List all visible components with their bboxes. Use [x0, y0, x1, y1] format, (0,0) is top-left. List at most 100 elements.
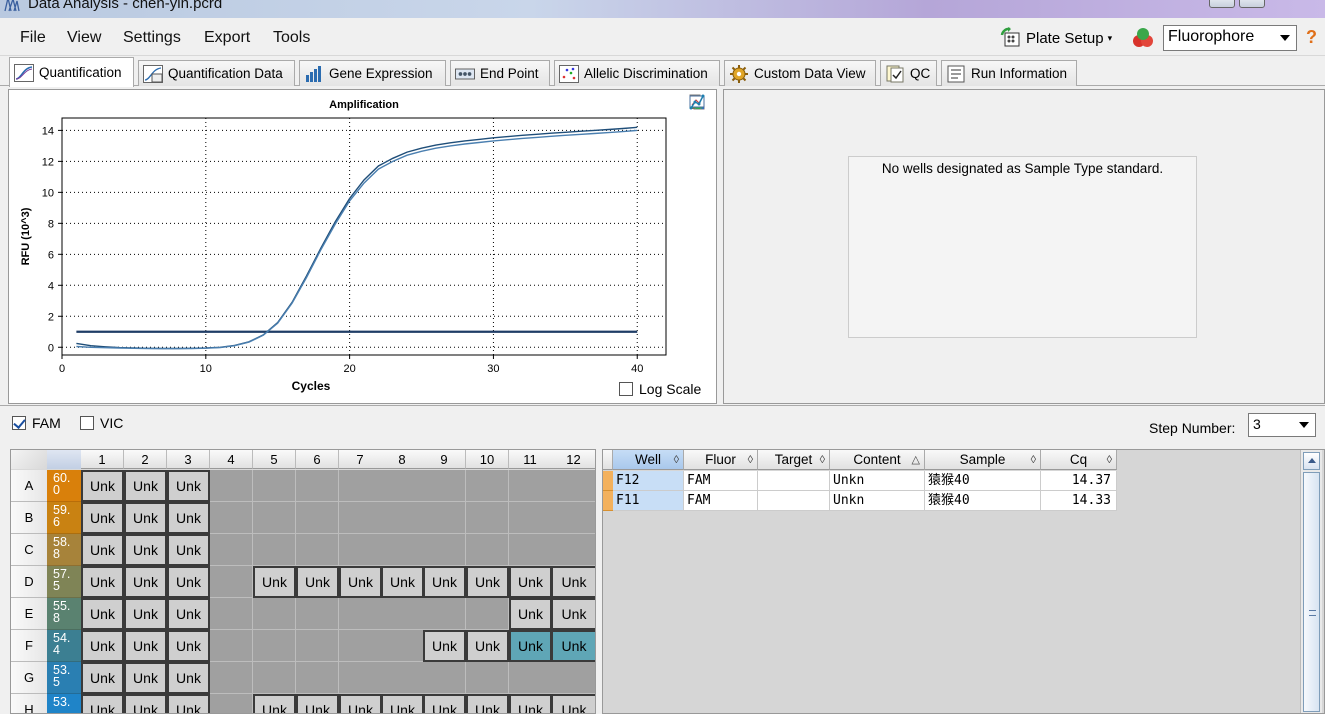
- plate-well[interactable]: [210, 598, 253, 630]
- results-column-target[interactable]: Target ◊: [758, 450, 830, 470]
- results-cell-fluor[interactable]: FAM: [684, 471, 758, 491]
- tab-quantification-data[interactable]: Quantification Data: [138, 60, 295, 86]
- tab-gene-expression[interactable]: Gene Expression: [299, 60, 446, 86]
- scroll-thumb[interactable]: [1303, 472, 1320, 712]
- plate-well[interactable]: Unk: [466, 566, 509, 598]
- plate-well[interactable]: [296, 630, 339, 662]
- plate-well[interactable]: Unk: [167, 598, 210, 630]
- plate-well[interactable]: [381, 470, 424, 502]
- plate-well[interactable]: [381, 630, 424, 662]
- results-column-fluor[interactable]: Fluor ◊: [684, 450, 758, 470]
- plate-row-header[interactable]: E: [11, 598, 47, 630]
- plate-well[interactable]: Unk: [296, 566, 339, 598]
- plate-well[interactable]: Unk: [167, 630, 210, 662]
- plate-well[interactable]: [210, 630, 253, 662]
- plate-row-header[interactable]: G: [11, 662, 47, 694]
- plate-well[interactable]: Unk: [423, 694, 466, 713]
- tab-custom-data-view[interactable]: Custom Data View: [724, 60, 876, 86]
- fluorophore-dots-icon[interactable]: [1130, 25, 1156, 51]
- row-selector[interactable]: [603, 471, 613, 491]
- plate-well[interactable]: [296, 598, 339, 630]
- row-selector[interactable]: [603, 491, 613, 511]
- plate-well[interactable]: Unk: [81, 502, 124, 534]
- plate-well[interactable]: [509, 534, 552, 566]
- plate-well[interactable]: [423, 598, 466, 630]
- plate-well[interactable]: [210, 534, 253, 566]
- plate-row-header[interactable]: D: [11, 566, 47, 598]
- plate-well[interactable]: Unk: [466, 630, 509, 662]
- results-column-well[interactable]: Well ◊: [613, 450, 684, 470]
- plate-well[interactable]: [253, 630, 296, 662]
- plate-well[interactable]: Unk: [509, 598, 552, 630]
- plate-well[interactable]: [210, 502, 253, 534]
- plate-well[interactable]: [381, 598, 424, 630]
- plate-well[interactable]: Unk: [167, 470, 210, 502]
- plate-corner[interactable]: [11, 450, 47, 469]
- results-cell-sample[interactable]: 猿猴40: [925, 471, 1041, 491]
- results-cell-well[interactable]: F12: [613, 471, 684, 491]
- menu-view[interactable]: View: [67, 29, 101, 47]
- plate-column-header[interactable]: 5: [253, 450, 296, 469]
- plate-well[interactable]: Unk: [81, 566, 124, 598]
- results-column-sample[interactable]: Sample ◊: [925, 450, 1041, 470]
- results-cell-fluor[interactable]: FAM: [684, 491, 758, 511]
- plate-well[interactable]: Unk: [423, 566, 466, 598]
- menu-export[interactable]: Export: [204, 29, 250, 47]
- plate-column-header[interactable]: 7: [339, 450, 382, 469]
- plate-column-header[interactable]: 9: [423, 450, 466, 469]
- scroll-up-button[interactable]: [1303, 452, 1320, 470]
- plate-well[interactable]: Unk: [124, 694, 167, 713]
- plate-well[interactable]: [296, 534, 339, 566]
- plate-well[interactable]: Unk: [381, 694, 424, 713]
- plate-well[interactable]: Unk: [381, 566, 424, 598]
- results-column-content[interactable]: Content △: [830, 450, 925, 470]
- plate-well[interactable]: [339, 470, 382, 502]
- plate-column-header[interactable]: 8: [381, 450, 424, 469]
- plate-well[interactable]: [339, 662, 382, 694]
- step-number-select[interactable]: 3: [1248, 413, 1316, 437]
- results-cell-target[interactable]: [758, 491, 830, 511]
- results-cell-cq[interactable]: 14.37: [1041, 471, 1117, 491]
- plate-well[interactable]: Unk: [466, 694, 509, 713]
- tab-end-point[interactable]: End Point: [450, 60, 550, 86]
- filter-vic[interactable]: VIC: [80, 415, 123, 431]
- plate-well[interactable]: Unk: [509, 566, 552, 598]
- plate-well[interactable]: Unk: [124, 566, 167, 598]
- plate-column-header[interactable]: 3: [167, 450, 210, 469]
- vic-checkbox[interactable]: [80, 416, 94, 430]
- plate-well[interactable]: Unk: [339, 694, 382, 713]
- plate-well[interactable]: [210, 566, 253, 598]
- tab-allelic-discrimination[interactable]: Allelic Discrimination: [554, 60, 720, 86]
- plate-well[interactable]: Unk: [253, 694, 296, 713]
- tab-qc[interactable]: QC: [880, 60, 937, 86]
- results-cell-sample[interactable]: 猿猴40: [925, 491, 1041, 511]
- plate-well[interactable]: Unk: [551, 630, 595, 662]
- results-column-cq[interactable]: Cq ◊: [1041, 450, 1117, 470]
- plate-row-header[interactable]: H: [11, 694, 47, 713]
- plate-well[interactable]: Unk: [124, 630, 167, 662]
- results-cell-well[interactable]: F11: [613, 491, 684, 511]
- plate-well[interactable]: [296, 470, 339, 502]
- plate-column-header[interactable]: 12: [551, 450, 595, 469]
- plate-well[interactable]: [381, 502, 424, 534]
- plate-well[interactable]: [339, 534, 382, 566]
- plate-well[interactable]: Unk: [167, 534, 210, 566]
- plate-well[interactable]: [551, 662, 595, 694]
- plate-well[interactable]: [551, 502, 595, 534]
- plate-well[interactable]: [509, 662, 552, 694]
- plate-well[interactable]: [509, 470, 552, 502]
- plate-well[interactable]: [253, 598, 296, 630]
- curve-settings-icon[interactable]: [689, 94, 705, 110]
- plate-well[interactable]: Unk: [81, 662, 124, 694]
- plate-column-header[interactable]: 10: [466, 450, 509, 469]
- plate-well[interactable]: Unk: [124, 470, 167, 502]
- plate-well[interactable]: [423, 470, 466, 502]
- tab-run-information[interactable]: Run Information: [941, 60, 1077, 86]
- plate-well[interactable]: [466, 502, 509, 534]
- menu-settings[interactable]: Settings: [123, 29, 181, 47]
- plate-well[interactable]: [210, 694, 253, 713]
- plate-well[interactable]: [339, 598, 382, 630]
- plate-column-header[interactable]: 2: [124, 450, 167, 469]
- help-icon[interactable]: ?: [1306, 27, 1317, 48]
- fam-checkbox[interactable]: [12, 416, 26, 430]
